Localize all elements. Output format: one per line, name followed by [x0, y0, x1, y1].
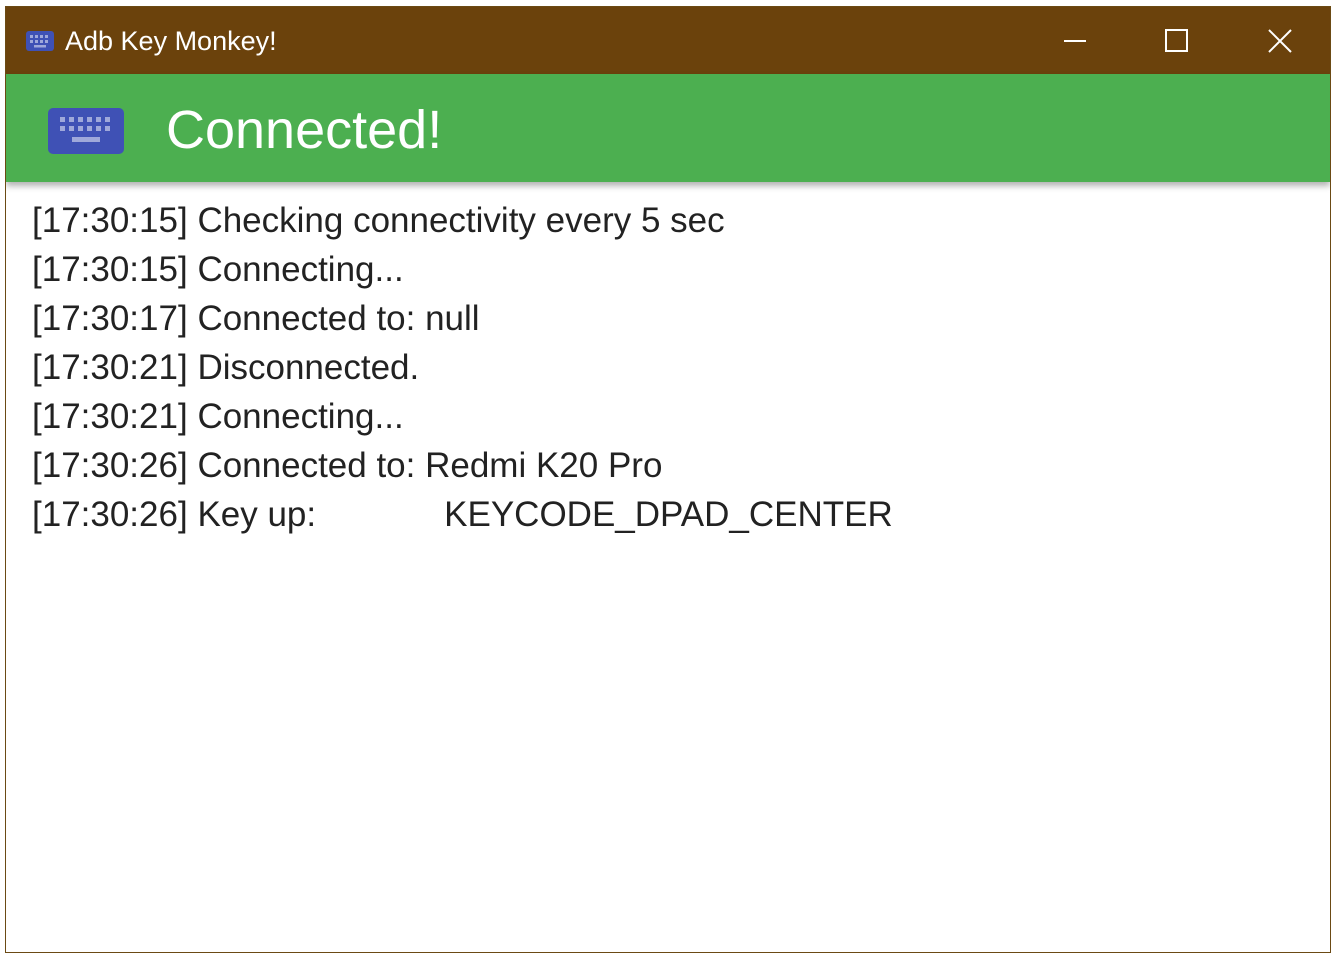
window-title: Adb Key Monkey! — [65, 26, 277, 56]
log-message: Connected to: Redmi K20 Pro — [197, 446, 663, 485]
app-window: Adb Key Monkey! Connected! [17:30:15] Ch… — [5, 6, 1331, 953]
log-timestamp: [17:30:15] — [32, 250, 188, 289]
maximize-icon — [1165, 28, 1188, 52]
minimize-button[interactable] — [1025, 7, 1125, 74]
log-line: [17:30:15] Connecting... — [32, 245, 1330, 294]
log-keycode: KEYCODE_DPAD_CENTER — [444, 495, 893, 534]
log-timestamp: [17:30:15] — [32, 201, 188, 240]
log-message: Connecting... — [197, 250, 404, 289]
log-line: [17:30:26] Key up: KEYCODE_DPAD_CENTER — [32, 490, 1330, 539]
log-timestamp: [17:30:17] — [32, 299, 188, 338]
status-header: Connected! — [6, 74, 1330, 182]
log-message: Connecting... — [197, 397, 404, 436]
log-message: Checking connectivity every 5 sec — [197, 201, 725, 240]
maximize-button[interactable] — [1127, 7, 1227, 74]
log-timestamp: [17:30:21] — [32, 397, 188, 436]
log-timestamp: [17:30:26] — [32, 495, 188, 534]
log-message: Disconnected. — [197, 348, 420, 387]
connection-status: Connected! — [166, 100, 443, 160]
close-icon — [1268, 28, 1292, 53]
close-button[interactable] — [1230, 7, 1330, 74]
log-timestamp: [17:30:21] — [32, 348, 188, 387]
log-line: [17:30:17] Connected to: null — [32, 294, 1330, 343]
log-output[interactable]: [17:30:15] Checking connectivity every 5… — [6, 182, 1330, 952]
log-line: [17:30:26] Connected to: Redmi K20 Pro — [32, 441, 1330, 490]
log-message: Connected to: null — [197, 299, 480, 338]
log-line: [17:30:21] Connecting... — [32, 392, 1330, 441]
log-message: Key up: — [197, 495, 317, 534]
keyboard-icon — [48, 108, 124, 154]
minimize-icon — [1064, 39, 1086, 42]
log-timestamp: [17:30:26] — [32, 446, 188, 485]
log-line: [17:30:15] Checking connectivity every 5… — [32, 196, 1330, 245]
log-line: [17:30:21] Disconnected. — [32, 343, 1330, 392]
keyboard-icon — [26, 31, 54, 51]
title-bar[interactable]: Adb Key Monkey! — [6, 7, 1330, 74]
